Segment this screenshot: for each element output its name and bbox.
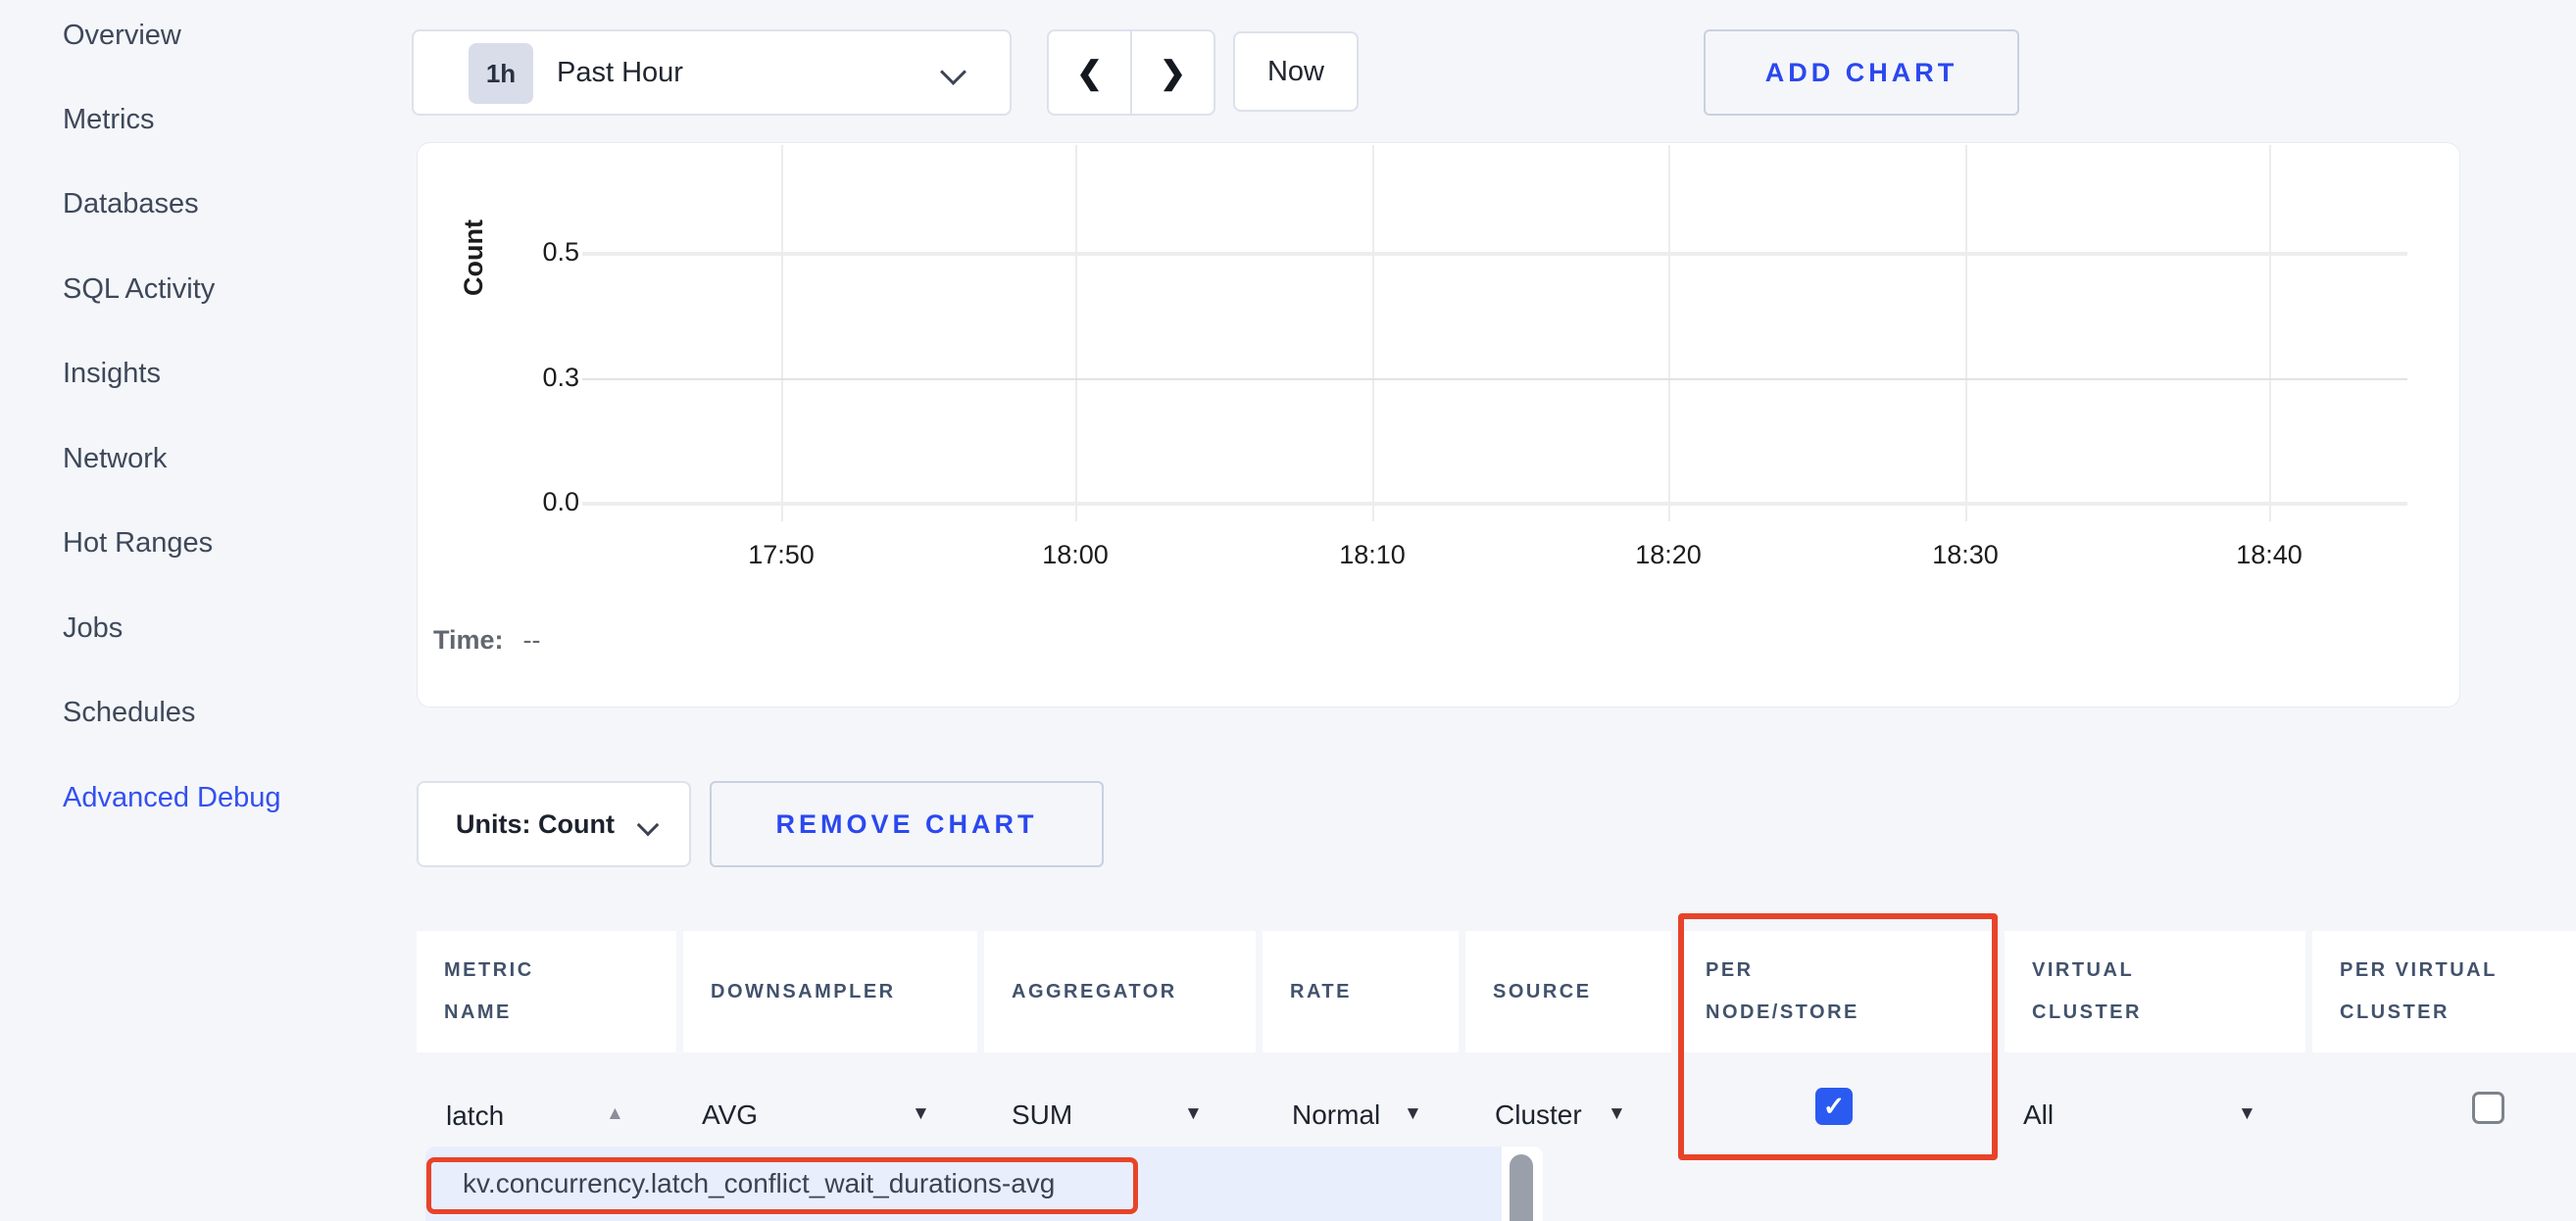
source-select-value[interactable]: Cluster <box>1495 1099 1582 1131</box>
time-window-dropdown[interactable]: 1h Past Hour <box>412 29 1012 116</box>
chevron-left-icon: ❮ <box>1076 54 1103 91</box>
y-tick-label: 0.0 <box>501 487 579 517</box>
caret-down-icon[interactable]: ▼ <box>912 1103 930 1125</box>
hover-time-label: Time: <box>433 625 504 655</box>
sidebar-item-sql-activity[interactable]: SQL Activity <box>63 273 215 306</box>
rate-select-value[interactable]: Normal <box>1292 1099 1380 1131</box>
caret-down-icon[interactable]: ▼ <box>1184 1103 1203 1125</box>
column-header-per-node-store: PER NODE/STORE <box>1678 931 1998 1052</box>
units-dropdown-label: Units: Count <box>456 783 615 865</box>
gridline-vertical <box>2269 145 2271 521</box>
x-tick-label: 18:00 <box>1007 540 1144 570</box>
y-tick-label: 0.5 <box>501 237 579 268</box>
column-header-aggregator: AGGREGATOR <box>984 931 1256 1052</box>
column-header-per-virtual-cluster: PER VIRTUAL CLUSTER <box>2312 931 2576 1052</box>
remove-chart-button[interactable]: REMOVE CHART <box>710 781 1104 867</box>
chevron-down-icon <box>637 814 660 837</box>
check-icon: ✓ <box>1823 1092 1846 1122</box>
time-back-button[interactable]: ❮ <box>1049 31 1130 114</box>
time-window-badge: 1h <box>469 43 533 104</box>
caret-down-icon[interactable]: ▼ <box>2238 1103 2256 1125</box>
caret-down-icon[interactable]: ▼ <box>1404 1103 1422 1125</box>
sidebar-item-metrics[interactable]: Metrics <box>63 104 154 136</box>
x-tick-label: 18:20 <box>1600 540 1737 570</box>
gridline-vertical <box>1075 145 1077 521</box>
sidebar-item-network[interactable]: Network <box>63 443 167 475</box>
column-header-rate: RATE <box>1263 931 1459 1052</box>
sidebar-item-jobs[interactable]: Jobs <box>63 612 123 645</box>
sidebar-item-insights[interactable]: Insights <box>63 358 161 390</box>
units-dropdown[interactable]: Units: Count <box>417 781 691 867</box>
chevron-down-icon <box>940 59 966 85</box>
gridline-vertical <box>1965 145 1967 521</box>
per-node-store-checkbox[interactable]: ✓ <box>1815 1088 1853 1125</box>
metric-suggestion-list: kv.concurrency.latch_conflict_wait_durat… <box>425 1147 1502 1221</box>
column-header-metric-name: METRIC NAME <box>417 931 676 1052</box>
time-nav-arrows: ❮ ❯ <box>1047 29 1215 116</box>
gridline-horizontal <box>582 378 2407 380</box>
gridline-vertical <box>1668 145 1670 521</box>
y-axis-label: Count <box>456 199 491 317</box>
hover-time-value: -- <box>523 625 541 655</box>
x-tick-label: 18:10 <box>1304 540 1441 570</box>
chart-card: Count 0.5 0.3 0.0 17:50 18:00 18:10 18:2… <box>417 142 2460 708</box>
column-header-downsampler: DOWNSAMPLER <box>683 931 977 1052</box>
gridline-vertical <box>1372 145 1374 521</box>
downsampler-select-value[interactable]: AVG <box>702 1099 758 1131</box>
sidebar-item-advanced-debug[interactable]: Advanced Debug <box>63 782 281 814</box>
time-window-label: Past Hour <box>557 31 683 114</box>
add-chart-button[interactable]: ADD CHART <box>1704 29 2019 116</box>
sidebar-item-hot-ranges[interactable]: Hot Ranges <box>63 527 213 560</box>
chevron-right-icon: ❯ <box>1160 54 1186 91</box>
virtual-cluster-select-value[interactable]: All <box>2023 1099 2054 1131</box>
gridline-horizontal <box>582 252 2407 256</box>
column-header-virtual-cluster: VIRTUAL CLUSTER <box>2005 931 2305 1052</box>
now-button[interactable]: Now <box>1233 31 1359 112</box>
caret-down-icon[interactable]: ▼ <box>1608 1103 1626 1125</box>
per-virtual-cluster-checkbox[interactable] <box>2472 1092 2504 1124</box>
sidebar-item-overview[interactable]: Overview <box>63 20 181 52</box>
metric-suggestion-dropdown: kv.concurrency.latch_conflict_wait_durat… <box>425 1147 1543 1221</box>
sidebar-item-databases[interactable]: Databases <box>63 188 199 220</box>
gridline-horizontal <box>582 502 2407 506</box>
y-tick-label: 0.3 <box>501 363 579 393</box>
dropdown-scrollbar-thumb[interactable] <box>1510 1154 1533 1221</box>
hover-time-readout: Time: -- <box>433 625 541 656</box>
metric-name-input[interactable] <box>444 1094 595 1139</box>
column-header-source: SOURCE <box>1465 931 1671 1052</box>
time-forward-button[interactable]: ❯ <box>1132 31 1214 114</box>
aggregator-select-value[interactable]: SUM <box>1012 1099 1072 1131</box>
sidebar-item-schedules[interactable]: Schedules <box>63 697 195 729</box>
gridline-vertical <box>781 145 783 521</box>
caret-up-icon[interactable]: ▲ <box>606 1103 624 1125</box>
metric-suggestion-item[interactable]: kv.concurrency.latch_conflict_wait_durat… <box>425 1147 1502 1221</box>
x-tick-label: 17:50 <box>713 540 850 570</box>
x-tick-label: 18:40 <box>2201 540 2338 570</box>
x-tick-label: 18:30 <box>1897 540 2034 570</box>
